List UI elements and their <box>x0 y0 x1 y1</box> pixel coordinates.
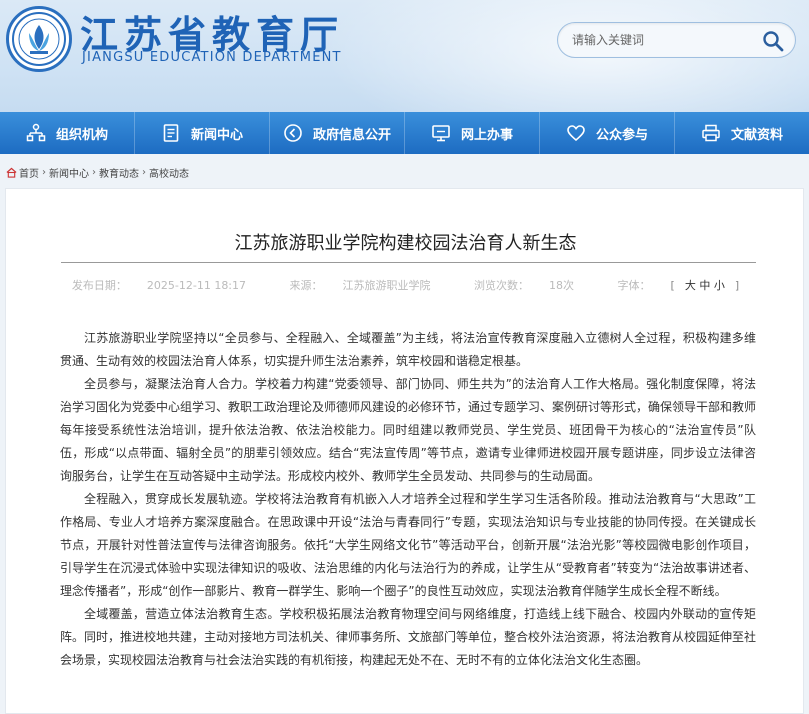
breadcrumb-news[interactable]: 新闻中心 <box>49 165 89 180</box>
document-icon <box>163 124 179 142</box>
nav-item-online-service[interactable]: 网上办事 <box>405 112 540 154</box>
breadcrumb: 首页 › 新闻中心 › 教育动态 › 高校动态 <box>0 162 809 182</box>
article-paragraph: 全程融入，贯穿成长发展轨迹。学校将法治教育有机嵌入人才培养全过程和学生学习生活各… <box>60 492 756 598</box>
font-size-selector: 字体：[大 中 小] <box>617 279 740 292</box>
font-large-button[interactable]: 大 <box>685 279 696 292</box>
logo-emblem[interactable] <box>6 6 72 72</box>
monitor-icon <box>432 125 450 142</box>
nav-label: 文献资料 <box>730 127 783 143</box>
breadcrumb-separator: › <box>42 166 46 178</box>
site-name-en: JIANGSU EDUCATION DEPARTMENT <box>82 50 342 65</box>
nav-label: 新闻中心 <box>190 127 243 143</box>
view-count: 浏览次数： 18次 <box>474 279 575 292</box>
article-body: 江苏旅游职业学院坚持以“全员参与、全程融入、全域覆盖”为主线，将法治宣传教育深度… <box>60 327 756 672</box>
article-source: 来源： 江苏旅游职业学院 <box>289 279 431 292</box>
font-small-button[interactable]: 小 <box>714 279 725 292</box>
breadcrumb-university-news[interactable]: 高校动态 <box>149 165 189 180</box>
printer-icon <box>702 124 720 142</box>
article-paragraph: 全域覆盖，营造立体法治教育生态。学校积极拓展法治教育物理空间与网络维度，打造线上… <box>60 607 757 667</box>
nav-item-news[interactable]: 新闻中心 <box>135 112 270 154</box>
nav-item-public-participation[interactable]: 公众参与 <box>540 112 675 154</box>
nav-item-documents[interactable]: 文献资料 <box>675 112 809 154</box>
site-header: 江苏省教育厅 JIANGSU EDUCATION DEPARTMENT <box>0 0 809 112</box>
emblem-icon <box>12 12 66 66</box>
nav-label: 政府信息公开 <box>312 127 391 143</box>
nav-item-info-disclosure[interactable]: 政府信息公开 <box>270 112 405 154</box>
breadcrumb-separator: › <box>92 166 96 178</box>
nav-label: 组织机构 <box>55 127 108 143</box>
article-paragraph: 全员参与，凝聚法治育人合力。学校着力构建“党委领导、部门协同、师生共为”的法治育… <box>60 377 757 483</box>
article-paragraph: 江苏旅游职业学院坚持以“全员参与、全程融入、全域覆盖”为主线，将法治宣传教育深度… <box>60 331 756 368</box>
org-chart-icon <box>26 123 46 142</box>
search-icon[interactable] <box>761 29 785 53</box>
play-circle-icon <box>284 124 302 142</box>
main-nav: 组织机构 新闻中心 政府信息公开 网上办事 公众参与 文献资料 <box>0 112 809 154</box>
search-input[interactable] <box>572 23 752 57</box>
nav-label: 公众参与 <box>595 127 648 143</box>
publish-date: 发布日期： 2025-12-11 18:17 <box>71 279 247 292</box>
breadcrumb-separator: › <box>142 166 146 178</box>
article-meta: 发布日期： 2025-12-11 18:17 来源： 江苏旅游职业学院 浏览次数： 1… <box>6 277 805 293</box>
home-icon <box>6 167 17 178</box>
breadcrumb-education-news[interactable]: 教育动态 <box>99 165 139 180</box>
article-title: 江苏旅游职业学院构建校园法治育人新生态 <box>234 233 577 254</box>
nav-label: 网上办事 <box>460 127 513 143</box>
breadcrumb-home[interactable]: 首页 <box>19 165 39 180</box>
heart-icon <box>567 125 585 142</box>
nav-item-organization[interactable]: 组织机构 <box>0 112 135 154</box>
search-box <box>557 22 796 58</box>
article-container: 江苏旅游职业学院构建校园法治育人新生态 发布日期： 2025-12-11 18:1… <box>5 188 804 714</box>
font-medium-button[interactable]: 中 <box>699 279 710 292</box>
title-divider <box>61 262 756 263</box>
